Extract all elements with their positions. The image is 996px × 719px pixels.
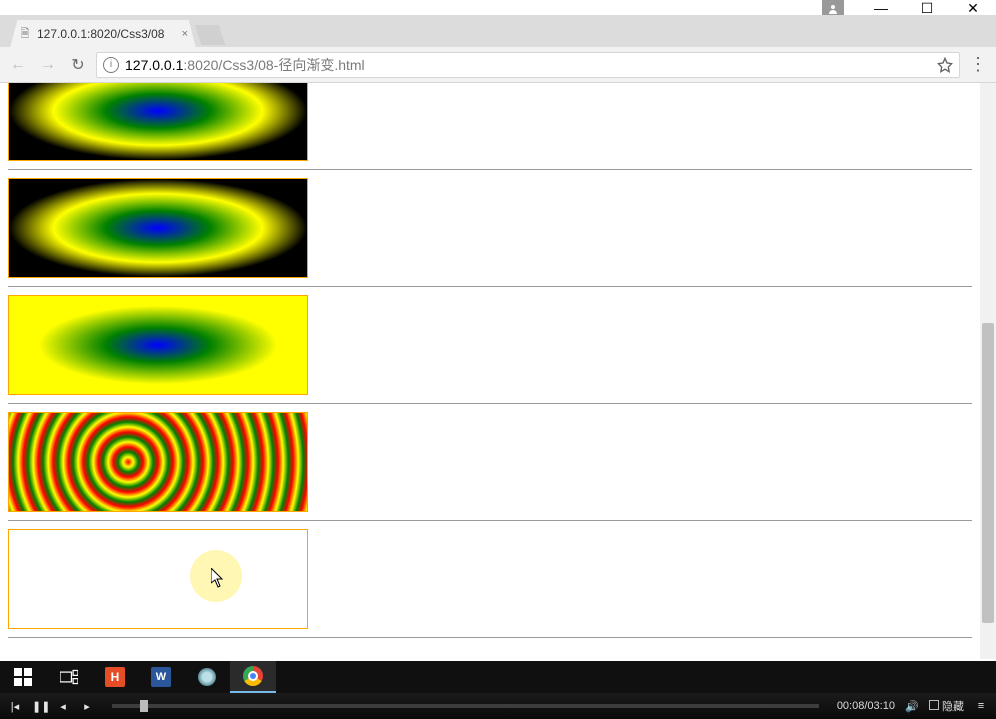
taskbar-app-word[interactable]: W [138, 661, 184, 693]
url-path: :8020/Css3/08-径向渐变.html [183, 55, 364, 75]
document-icon: 🗎 [18, 25, 32, 44]
forward-button[interactable]: → [36, 53, 60, 77]
system-taskbar: H W [0, 661, 996, 693]
seek-slider[interactable] [112, 704, 819, 708]
player-step-back-button[interactable]: ◂ [56, 700, 70, 713]
time-display: 00:08/03:10 [837, 700, 895, 712]
pause-icon: ❚❚ [32, 701, 50, 713]
address-bar[interactable]: i 127.0.0.1:8020/Css3/08-径向渐变.html [96, 52, 960, 78]
back-button[interactable]: ← [6, 53, 30, 77]
user-profile-button[interactable] [822, 0, 844, 15]
window-close-button[interactable]: ✕ [950, 0, 996, 15]
maximize-icon: ☐ [921, 1, 934, 15]
browser-tab-strip: 🗎 127.0.0.1:8020/Css3/08 × [0, 15, 996, 47]
page-content [0, 83, 980, 638]
tab-title: 127.0.0.1:8020/Css3/08 [37, 27, 178, 41]
player-step-fwd-button[interactable]: ▸ [80, 700, 94, 713]
task-view-icon [60, 668, 78, 686]
browser-menu-button[interactable]: ⋮ [966, 53, 990, 77]
media-player-bar: |◂ ❚❚ ◂ ▸ 00:08/03:10 🔊 隐藏 ≡ [0, 693, 996, 719]
chevron-left-icon: ◂ [60, 701, 66, 713]
task-view-button[interactable] [46, 661, 92, 693]
star-icon [937, 57, 953, 73]
separator [8, 403, 972, 404]
hide-label: 隐藏 [942, 701, 964, 713]
separator [8, 169, 972, 170]
gradient-box-5 [8, 529, 308, 629]
kebab-icon: ⋮ [969, 54, 987, 75]
menu-bars-icon: ≡ [978, 700, 984, 712]
arrow-right-icon: → [40, 56, 56, 74]
player-menu-button[interactable]: ≡ [974, 700, 988, 712]
taskbar-app-media[interactable] [184, 661, 230, 693]
bookmark-button[interactable] [937, 57, 953, 73]
window-minimize-button[interactable]: — [858, 0, 904, 15]
time-total: 03:10 [867, 700, 895, 712]
page-viewport [0, 83, 996, 659]
start-button[interactable] [0, 661, 46, 693]
taskbar-app-chrome[interactable] [230, 661, 276, 693]
gradient-box-1 [8, 83, 308, 161]
chrome-icon [243, 666, 263, 686]
vertical-scrollbar[interactable] [980, 83, 996, 659]
volume-button[interactable]: 🔊 [905, 700, 919, 713]
window-maximize-button[interactable]: ☐ [904, 0, 950, 15]
player-prev-button[interactable]: |◂ [8, 700, 22, 713]
gradient-box-2 [8, 178, 308, 278]
taskbar-app-hbuilder[interactable]: H [92, 661, 138, 693]
hbuilder-icon: H [105, 667, 125, 687]
new-tab-button[interactable] [195, 25, 225, 45]
player-pause-button[interactable]: ❚❚ [32, 700, 46, 713]
minimize-icon: — [874, 1, 888, 15]
gradient-box-4 [8, 412, 308, 512]
gradient-box-3 [8, 295, 308, 395]
site-info-icon[interactable]: i [103, 57, 119, 73]
word-icon: W [151, 667, 171, 687]
separator [8, 637, 972, 638]
browser-toolbar: ← → ↻ i 127.0.0.1:8020/Css3/08-径向渐变.html… [0, 47, 996, 83]
url-host: 127.0.0.1 [125, 57, 183, 73]
chevron-right-icon: ▸ [84, 701, 90, 713]
separator [8, 520, 972, 521]
close-icon: ✕ [967, 1, 979, 15]
window-titlebar: — ☐ ✕ [0, 0, 996, 15]
browser-tab-active[interactable]: 🗎 127.0.0.1:8020/Css3/08 × [10, 20, 196, 48]
volume-icon: 🔊 [905, 701, 919, 713]
time-elapsed: 00:08 [837, 700, 865, 712]
reload-button[interactable]: ↻ [66, 53, 90, 77]
tab-close-button[interactable]: × [182, 28, 188, 40]
scrollbar-thumb[interactable] [982, 323, 994, 623]
separator [8, 286, 972, 287]
person-icon [827, 3, 839, 15]
windows-icon [14, 668, 32, 686]
arrow-left-icon: ← [10, 56, 26, 74]
checkbox-icon [929, 700, 939, 710]
hide-toggle[interactable]: 隐藏 [929, 698, 964, 714]
disc-icon [198, 668, 216, 686]
skip-start-icon: |◂ [11, 701, 19, 713]
reload-icon: ↻ [71, 55, 84, 75]
seek-slider-thumb[interactable] [140, 700, 148, 712]
